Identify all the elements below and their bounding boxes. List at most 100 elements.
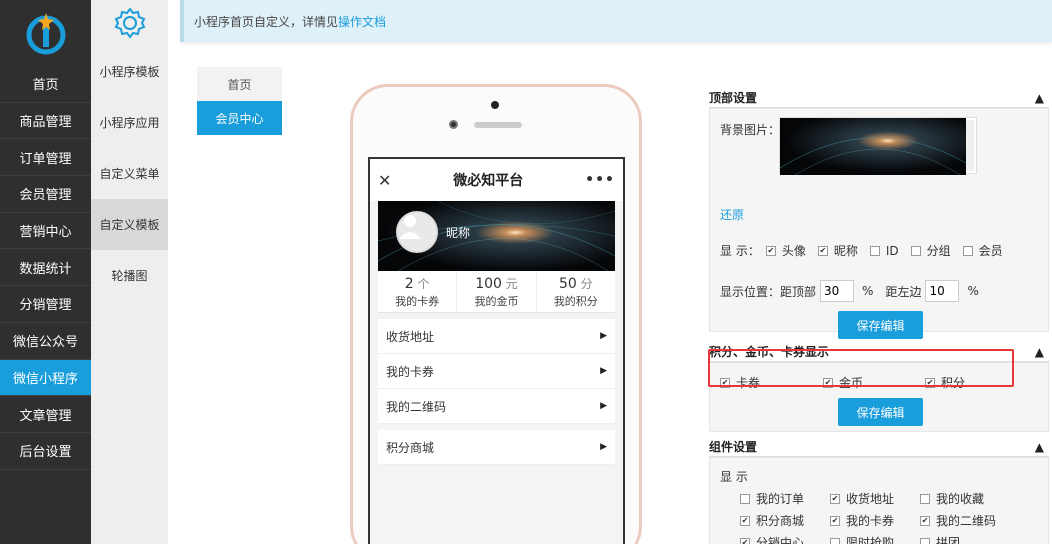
checkbox-address[interactable]: ✔ 收货地址 (830, 490, 894, 507)
checkbox-box (920, 493, 930, 504)
menu-item-points-mall[interactable]: 积分商城 ▶ (378, 430, 615, 465)
subnav-item-custom-menu[interactable]: 自定义菜单 (91, 148, 168, 199)
sidebar-item-wechat-miniprogram[interactable]: 微信小程序 (0, 359, 91, 397)
sub-sidebar: 小程序模板 小程序应用 自定义菜单 自定义模板 轮播图 (91, 0, 168, 544)
sidebar-item-home[interactable]: 首页 (0, 66, 91, 103)
checkbox-label: 我的收藏 (936, 492, 985, 506)
top-offset-input[interactable] (820, 280, 855, 302)
component-settings-header[interactable]: 组件设置 ▲ (709, 437, 1049, 457)
checkbox-box (910, 245, 921, 256)
notice-text: 小程序首页自定义，详情见 (194, 14, 339, 29)
checkbox-box (920, 537, 930, 544)
restore-link[interactable]: 还原 (720, 206, 744, 223)
checkbox-box (962, 245, 973, 256)
collapse-icon[interactable]: ▲ (1035, 91, 1044, 105)
menu-item-qrcode[interactable]: 我的二维码 ▶ (378, 389, 615, 424)
component-settings-body: 显 示 我的订单 ✔ 收货地址 我的收藏 ✔ 积分商城 ✔ 我的卡券 ✔ 我的二维码 ✔… (709, 457, 1049, 544)
sidebar-item-marketing[interactable]: 营销中心 (0, 213, 91, 250)
checkbox-label: 积分商城 (756, 514, 805, 528)
sidebar-item-distribution[interactable]: 分销管理 (0, 286, 91, 323)
sidebar-item-articles[interactable]: 文章管理 (0, 396, 91, 433)
sidebar-item-members[interactable]: 会员管理 (0, 176, 91, 213)
menu-item-address[interactable]: 收货地址 ▶ (378, 319, 615, 354)
stat-unit: 元 (505, 276, 518, 291)
position-row: 显示位置： 距顶部 % 距左边 % (710, 280, 979, 302)
checkbox-distribution[interactable]: ✔ 分销中心 (740, 534, 804, 544)
save-top-settings-button[interactable]: 保存编辑 (838, 311, 923, 339)
collapse-icon[interactable]: ▲ (1035, 440, 1044, 454)
bg-image-box[interactable] (779, 117, 977, 176)
tab-member-center[interactable]: 会员中心 (197, 101, 282, 135)
subnav-item-carousel[interactable]: 轮播图 (91, 250, 168, 301)
menu-item-label: 我的二维码 (386, 399, 447, 414)
checkbox-points-mall[interactable]: ✔ 积分商城 (740, 512, 804, 529)
checkbox-label: ID (885, 243, 899, 258)
phone-earpiece (474, 122, 522, 128)
checkbox-my-coupons[interactable]: ✔ 我的卡券 (830, 512, 894, 529)
menu-item-label: 积分商城 (386, 440, 435, 455)
top-settings-header[interactable]: 顶部设置 ▲ (709, 88, 1049, 108)
settings-panel: 顶部设置 ▲ 背景图片： 还原 显 示： ✔ 头像 ✔ 昵称 ID 分组 会员 … (709, 88, 1049, 544)
checkbox-box: ✔ (765, 245, 776, 256)
stat-coupons[interactable]: 2 个 我的卡券 (378, 271, 458, 312)
collapse-icon[interactable]: ▲ (1035, 345, 1044, 359)
checkbox-label: 昵称 (833, 244, 858, 258)
avatar (396, 211, 438, 253)
display-label: 显 示 (720, 470, 748, 484)
sidebar-item-backend-settings[interactable]: 后台设置 (0, 433, 91, 470)
bg-image-preview (779, 118, 967, 176)
menu-item-label: 收货地址 (386, 329, 435, 344)
checkbox-label: 拼团 (936, 536, 961, 544)
checkbox-id[interactable]: ID (869, 243, 899, 258)
checkbox-avatar[interactable]: ✔ 头像 (765, 242, 806, 259)
checkbox-group[interactable]: 分组 (910, 242, 951, 259)
checkbox-label: 头像 (781, 244, 806, 258)
checkbox-flash-sale[interactable]: 限时抢购 (830, 534, 894, 544)
tab-home[interactable]: 首页 (197, 67, 282, 101)
position-label: 显示位置： (720, 284, 781, 299)
docs-link[interactable]: 操作文档 (338, 13, 386, 30)
subnav-item-templates[interactable]: 小程序模板 (91, 46, 168, 97)
stat-points[interactable]: 50 分 我的积分 (537, 271, 615, 312)
phone-sensor (491, 101, 499, 109)
stat-label: 我的金币 (474, 294, 519, 308)
subnav-item-apps[interactable]: 小程序应用 (91, 97, 168, 148)
checkbox-group-buy[interactable]: 拼团 (920, 534, 960, 544)
percent-label: % (967, 284, 979, 298)
checkbox-label: 分销中心 (756, 536, 805, 544)
checkbox-my-orders[interactable]: 我的订单 (740, 490, 804, 507)
sidebar-item-statistics[interactable]: 数据统计 (0, 249, 91, 287)
nickname: 昵称 (446, 226, 471, 240)
stat-unit: 分 (580, 276, 593, 291)
stat-coins[interactable]: 100 元 我的金币 (457, 271, 537, 312)
image-scrollbar[interactable] (966, 120, 974, 171)
subnav-item-custom-template[interactable]: 自定义模板 (91, 199, 168, 250)
member-stats: 2 个 我的卡券 100 元 我的金币 50 分 我的积分 (378, 271, 615, 313)
member-banner: 昵称 (378, 201, 615, 271)
checkbox-box: ✔ (920, 515, 930, 526)
percent-label: % (862, 284, 874, 298)
main-sidebar: 首页 商品管理 订单管理 会员管理 营销中心 数据统计 分销管理 微信公众号 微… (0, 0, 91, 544)
arrow-right-icon: ▶ (600, 366, 607, 376)
close-icon[interactable]: ✕ (378, 171, 391, 190)
stat-value: 2 (404, 275, 414, 292)
display-label: 显 示： (720, 244, 760, 258)
checkbox-member[interactable]: 会员 (962, 242, 1003, 259)
checkbox-qrcode[interactable]: ✔ 我的二维码 (920, 512, 996, 529)
save-points-settings-button[interactable]: 保存编辑 (838, 398, 923, 426)
phone-camera (449, 120, 458, 129)
menu-item-coupons[interactable]: 我的卡券 ▶ (378, 354, 615, 389)
stat-label: 我的卡券 (395, 294, 440, 308)
left-offset-input[interactable] (925, 280, 960, 302)
sidebar-item-products[interactable]: 商品管理 (0, 103, 91, 140)
checkbox-box: ✔ (817, 245, 828, 256)
menu-item-label: 我的卡券 (386, 364, 435, 379)
sidebar-item-orders[interactable]: 订单管理 (0, 139, 91, 177)
notice-bar: 小程序首页自定义，详情见 操作文档 (180, 0, 1052, 42)
checkbox-nickname[interactable]: ✔ 昵称 (817, 242, 858, 259)
checkbox-favorites[interactable]: 我的收藏 (920, 490, 984, 507)
more-icon[interactable]: ••• (585, 172, 615, 188)
sidebar-item-wechat-official[interactable]: 微信公众号 (0, 323, 91, 360)
checkbox-box (740, 493, 750, 504)
checkbox-box: ✔ (740, 515, 750, 526)
